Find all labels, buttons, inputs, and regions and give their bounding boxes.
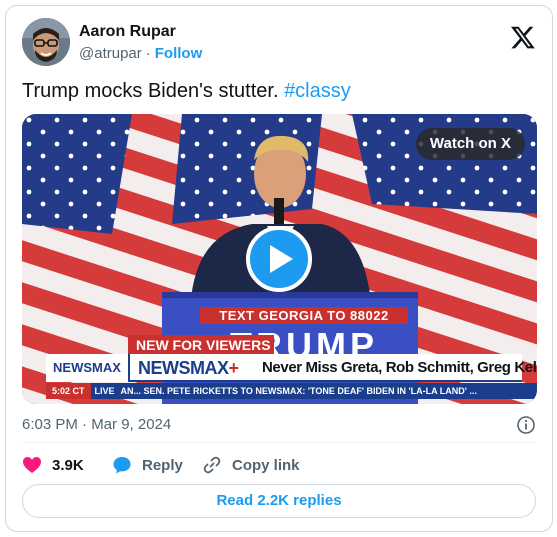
- like-count: 3.9K: [52, 456, 84, 474]
- reply-label: Reply: [142, 456, 183, 474]
- ticker-live: LIVE: [94, 386, 115, 396]
- author-handle-line: @atrupar · Follow: [79, 45, 202, 62]
- copy-link-button[interactable]: Copy link: [202, 452, 300, 478]
- read-replies-button[interactable]: Read 2.2K replies: [22, 484, 536, 518]
- video-media[interactable]: Watch on X TEXT GEORGIA TO 88022 TRUMP N…: [22, 114, 537, 404]
- reply-button[interactable]: Reply: [112, 452, 183, 478]
- reply-bubble-icon: [113, 457, 131, 474]
- tweet-body: Trump mocks Biden's stutter.: [22, 80, 279, 102]
- ticker-text: AN... SEN. PETE RICKETTS TO NEWSMAX: 'TO…: [120, 386, 477, 396]
- news-lower-third: NEWSMAX NEWSMAX+ Never Miss Greta, Rob S…: [46, 354, 537, 382]
- author-name[interactable]: Aaron Rupar: [79, 23, 176, 41]
- tweet-actions: 3.9K Reply Copy link: [22, 452, 536, 478]
- info-icon[interactable]: [516, 415, 536, 435]
- avatar[interactable]: [22, 18, 70, 66]
- lower-third-headline: Never Miss Greta, Rob Schmitt, Greg Kell…: [262, 359, 537, 376]
- brand-name: NEWSMAX+: [138, 354, 239, 382]
- brand-label: NEWSMAX: [138, 358, 229, 378]
- link-icon: [203, 456, 221, 474]
- divider: [22, 442, 536, 443]
- new-for-viewers-banner: NEW FOR VIEWERS: [128, 335, 274, 355]
- hashtag-link[interactable]: #classy: [284, 80, 351, 102]
- copy-link-label: Copy link: [232, 456, 300, 474]
- tweet-header: Aaron Rupar @atrupar · Follow: [22, 18, 536, 66]
- brand-plus: +: [228, 358, 240, 378]
- play-icon: [270, 245, 293, 273]
- podium-sign-text: TEXT GEORGIA TO 88022: [200, 307, 408, 324]
- watch-on-x-button[interactable]: Watch on X: [415, 128, 525, 160]
- author-handle[interactable]: @atrupar: [79, 45, 142, 62]
- tweet-timestamp[interactable]: 6:03 PM · Mar 9, 2024: [22, 416, 171, 433]
- separator-dot: ·: [145, 45, 151, 62]
- news-ticker: 5:02 CT LIVE AN... SEN. PETE RICKETTS TO N…: [46, 383, 537, 399]
- follow-button[interactable]: Follow: [155, 45, 203, 62]
- x-logo-icon[interactable]: [510, 24, 536, 50]
- tweet-text: Trump mocks Biden's stutter. #classy: [22, 78, 536, 104]
- channel-logo: NEWSMAX: [46, 354, 130, 382]
- ticker-time: 5:02 CT: [46, 383, 91, 399]
- tweet-embed-card: Aaron Rupar @atrupar · Follow Trump mocks …: [5, 5, 553, 532]
- heart-icon: [23, 457, 41, 473]
- like-button[interactable]: 3.9K: [22, 452, 84, 478]
- play-button[interactable]: [246, 226, 312, 292]
